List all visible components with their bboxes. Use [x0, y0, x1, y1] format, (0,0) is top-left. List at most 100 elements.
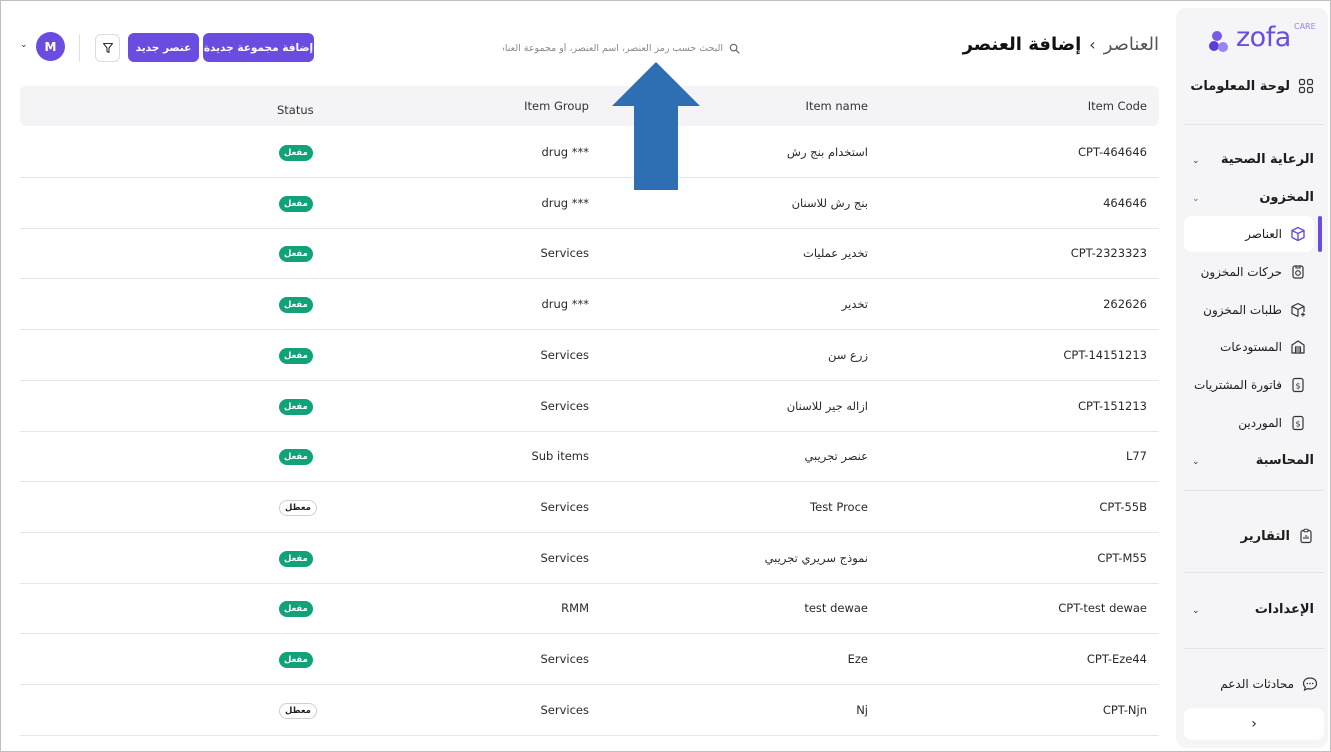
breadcrumb-separator: ›: [1089, 35, 1096, 54]
column-header-item-name[interactable]: Item name: [806, 99, 868, 113]
status-badge: مفعل: [279, 297, 313, 314]
sidebar-item-label: الرعاية الصحية: [1220, 152, 1314, 167]
new-item-button[interactable]: عنصر جديد: [128, 33, 199, 62]
item-code-cell: 464646: [1103, 195, 1147, 210]
item-code-cell: CPT-55B: [1099, 499, 1147, 514]
sidebar-group-healthcare[interactable]: الرعاية الصحية: [1221, 152, 1314, 167]
sidebar-item-label: لوحة المعلومات: [1190, 78, 1290, 94]
item-code-cell: 262626: [1103, 297, 1147, 312]
item-code-cell: CPT-151213: [1078, 398, 1147, 413]
table-row[interactable]: CPT-M55 نموذج سريري تجريبي Services مفعل: [20, 533, 1159, 584]
status-cell: مفعل: [279, 296, 313, 314]
sidebar-item-label: فاتورة المشتريات: [1194, 378, 1282, 392]
table-row[interactable]: CPT-151213 ازاله جير للاسنان Services مفعل: [20, 381, 1159, 432]
sidebar-item-dashboard[interactable]: لوحة المعلومات: [1190, 78, 1314, 94]
collapse-sidebar-button[interactable]: ›: [1184, 708, 1324, 740]
sidebar-item-label: العناصر: [1245, 227, 1282, 241]
item-name-cell: بنج رش للاسنان: [791, 195, 868, 210]
item-name-cell: عنصر تجريبي: [804, 449, 868, 464]
sidebar-item-label: المستودعات: [1220, 340, 1282, 354]
sidebar-group-accounting[interactable]: المحاسبة: [1256, 453, 1314, 468]
chevron-down-icon[interactable]: ⌄: [1192, 194, 1200, 204]
table-row[interactable]: CPT-464646 استخدام بنج رش drug *** مفعل: [20, 127, 1159, 178]
sidebar-item-items[interactable]: العناصر: [1245, 226, 1306, 242]
item-group-cell: Services: [540, 652, 590, 666]
table-row[interactable]: CPT-14151213 زرع سن Services مفعل: [20, 330, 1159, 381]
status-cell: مفعل: [279, 347, 313, 364]
column-header-item-code[interactable]: Item Code: [1088, 99, 1147, 113]
sidebar-item-label: طلبات المخزون: [1203, 303, 1282, 317]
item-group-cell: Services: [540, 499, 590, 514]
item-group-cell: Services: [540, 398, 590, 413]
status-badge: مفعل: [279, 652, 313, 668]
status-cell: مفعل: [279, 144, 313, 161]
chevron-right-icon: ›: [1251, 716, 1257, 732]
dashboard-icon: [1298, 78, 1314, 94]
new-item-button-label: عنصر جديد: [135, 41, 192, 54]
table-row[interactable]: CPT-Eze44 Eze Services مفعل: [20, 634, 1159, 685]
logo-mark-icon: [1209, 31, 1228, 52]
sidebar-item-label: المخزون: [1259, 190, 1314, 205]
chevron-down-icon[interactable]: ⌄: [20, 40, 28, 50]
column-header-item-group[interactable]: Item Group: [524, 99, 589, 113]
sidebar-group-inventory[interactable]: المخزون: [1259, 190, 1314, 205]
search-input[interactable]: [503, 42, 723, 54]
sidebar-item-label: الموردين: [1238, 416, 1282, 430]
item-code-cell: CPT-14151213: [1063, 347, 1147, 362]
table-row[interactable]: CPT-Njn Nj Services معطل: [20, 685, 1159, 736]
filter-button[interactable]: [95, 34, 120, 62]
sidebar-item-inventory-moves[interactable]: حركات المخزون: [1201, 264, 1306, 280]
item-code-cell: CPT-2323323: [1070, 246, 1147, 261]
table-row[interactable]: CPT-55B Test Proce Services معطل: [20, 482, 1159, 533]
chat-icon: [1302, 677, 1318, 692]
status-cell: مفعل: [279, 600, 313, 618]
page-title: إضافة العنصر: [962, 34, 1082, 55]
item-code-cell: CPT-Njn: [1102, 702, 1147, 717]
column-header-status[interactable]: Status: [277, 103, 314, 117]
brand-name: zofa: [1236, 22, 1291, 53]
warehouse-icon: [1291, 340, 1305, 354]
add-group-button[interactable]: إضافة مجموعة جديدة: [203, 33, 314, 62]
sidebar-item-label: التقارير: [1240, 528, 1290, 544]
breadcrumb-parent[interactable]: العناصر: [1104, 34, 1159, 55]
item-name-cell: تخدير: [841, 297, 868, 312]
sidebar-item-suppliers[interactable]: $ الموردين: [1238, 415, 1306, 431]
sidebar-divider: [1184, 572, 1324, 573]
chevron-down-icon[interactable]: ⌄: [1192, 156, 1200, 166]
annotation-arrow-icon: [612, 62, 700, 190]
sidebar-item-inventory-requests[interactable]: طلبات المخزون: [1203, 302, 1306, 318]
sidebar-item-label: حركات المخزون: [1200, 265, 1282, 279]
item-group-cell: Services: [540, 550, 590, 565]
item-code-cell: CPT-M55: [1097, 550, 1147, 565]
status-cell: معطل: [279, 702, 317, 719]
table-row[interactable]: CPT-test dewae test dewae RMM مفعل: [20, 583, 1159, 635]
sidebar-item-warehouses[interactable]: المستودعات: [1220, 339, 1306, 355]
sidebar-item-purchase-invoice[interactable]: $ فاتورة المشتريات: [1194, 377, 1306, 393]
table-row[interactable]: 464646 بنج رش للاسنان drug *** مفعل: [20, 178, 1159, 229]
status-badge: مفعل: [279, 195, 313, 212]
brand-tag: CARE: [1294, 22, 1316, 31]
status-cell: مفعل: [279, 651, 313, 668]
status-badge: مفعل: [279, 601, 313, 618]
status-badge: مفعل: [279, 550, 313, 567]
box-icon: [1291, 226, 1305, 242]
sidebar-divider: [1184, 648, 1324, 649]
status-badge: مفعل: [279, 398, 313, 415]
reports-icon: [1300, 528, 1312, 544]
avatar[interactable]: M: [36, 32, 65, 61]
item-name-cell: test dewae: [804, 601, 868, 616]
item-code-cell: CPT-test dewae: [1058, 601, 1147, 616]
sidebar-item-support-chats[interactable]: محادثات الدعم: [1220, 676, 1318, 692]
inventory-requests-icon: [1291, 302, 1305, 318]
chevron-down-icon[interactable]: ⌄: [1192, 606, 1200, 616]
zofa-logo[interactable]: zofa CARE: [1208, 20, 1316, 60]
sidebar-group-settings[interactable]: الإعدادات: [1255, 602, 1314, 617]
chevron-down-icon[interactable]: ⌄: [1192, 457, 1200, 467]
table-row[interactable]: L77 عنصر تجريبي Sub items مفعل: [20, 431, 1159, 483]
table-row[interactable]: CPT-2323323 تخدير عمليات Services مفعل: [20, 228, 1159, 280]
table-row[interactable]: 262626 تخدير drug *** مفعل: [20, 279, 1159, 331]
item-name-cell: Eze: [847, 652, 868, 666]
item-name-cell: تخدير عمليات: [803, 246, 868, 261]
sidebar-item-reports[interactable]: التقارير: [1241, 528, 1314, 544]
svg-text:$: $: [1295, 382, 1300, 391]
